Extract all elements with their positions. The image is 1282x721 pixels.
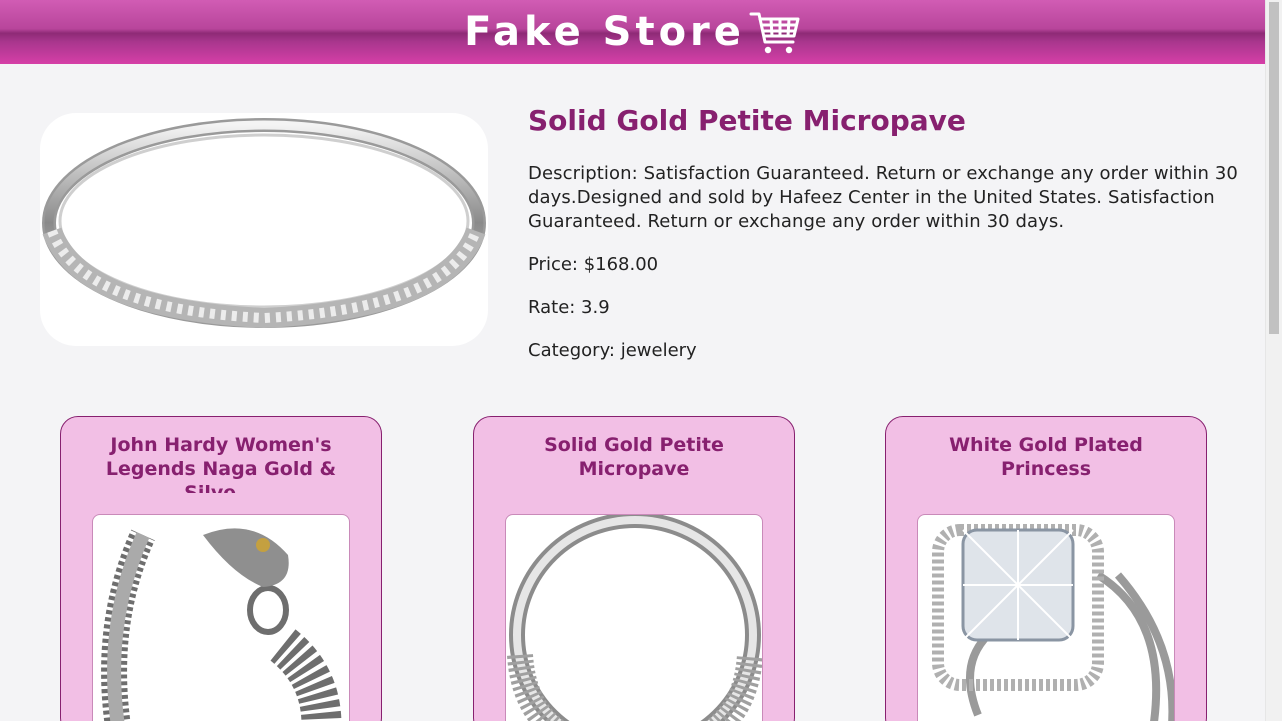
card-title: John Hardy Women's Legends Naga Gold & S… xyxy=(105,434,337,493)
related-product-card[interactable]: John Hardy Women's Legends Naga Gold & S… xyxy=(60,416,382,721)
product-category: Category: jewelery xyxy=(528,340,697,361)
product-price: Price: $168.00 xyxy=(528,254,659,275)
related-product-card[interactable]: White Gold Plated Princess xyxy=(885,416,1207,721)
card-image xyxy=(92,514,350,721)
product-description: Description: Satisfaction Guaranteed. Re… xyxy=(528,163,1238,232)
card-image xyxy=(505,514,763,721)
related-product-card[interactable]: Solid Gold Petite Micropave xyxy=(473,416,795,721)
brand-logo[interactable]: Fake Store xyxy=(464,8,801,56)
brand-name: Fake Store xyxy=(464,9,745,55)
shopping-cart-icon xyxy=(749,12,800,54)
ring-illustration xyxy=(42,118,486,329)
card-title: Solid Gold Petite Micropave xyxy=(544,434,724,480)
product-title: Solid Gold Petite Micropave xyxy=(528,104,966,137)
scrollbar-thumb[interactable] xyxy=(1269,2,1279,334)
card-title: White Gold Plated Princess xyxy=(949,434,1143,480)
product-rate: Rate: 3.9 xyxy=(528,297,610,318)
product-details: Solid Gold Petite Micropave Description:… xyxy=(528,102,1248,363)
card-image xyxy=(917,514,1175,721)
product-image xyxy=(40,113,488,346)
vertical-scrollbar[interactable] xyxy=(1265,0,1282,721)
site-header: Fake Store xyxy=(0,0,1265,64)
